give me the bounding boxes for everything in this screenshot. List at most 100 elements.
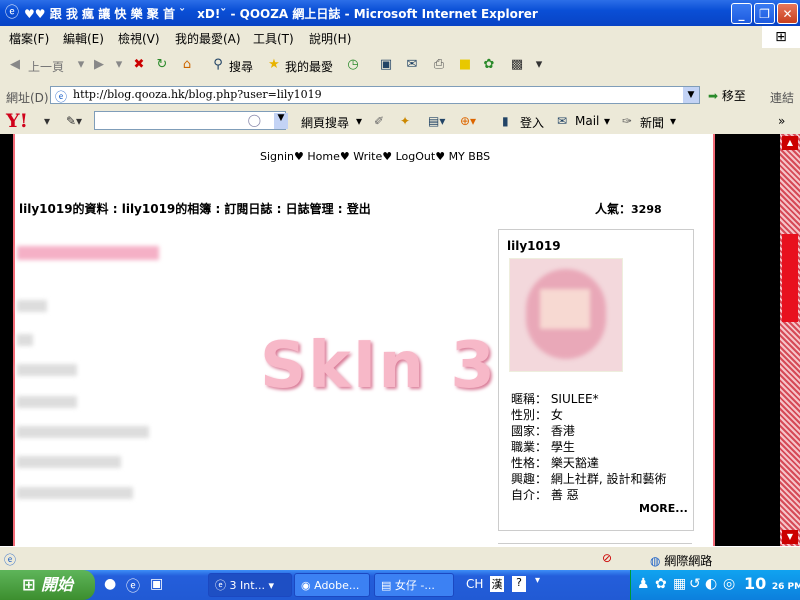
web-search-dropdown-icon[interactable]: ▾ [356,114,362,128]
ime-icon[interactable]: 漢 [490,576,504,592]
minimize-button[interactable]: _ [731,3,752,24]
refresh-icon[interactable]: ↻ [153,56,171,74]
menu-file[interactable]: 檔案(F) [9,30,49,47]
window-arrange-icon[interactable]: ▤▾ [428,114,445,128]
tray-volume-icon[interactable]: ◐ [705,576,717,592]
group-dropdown-icon: ▾ [265,579,275,592]
profile-nickname: 暱稱： SIULEE* [511,392,599,406]
forward-dropdown-icon[interactable]: ▾ [110,56,128,74]
address-label: 網址(D) [6,91,49,105]
signin-button[interactable]: 登入 [520,114,544,131]
help-icon[interactable]: ? [512,576,526,592]
taskbar-notepad[interactable]: ▤ 女仔 -... [374,573,454,597]
blog-page: Signin♥ Home♥ Write♥ LogOut♥ MY BBS lily… [13,134,715,546]
messenger-icon[interactable]: ✿ [480,56,498,74]
start-button[interactable]: ⊞ 開始 [0,570,95,600]
blog-user-nav[interactable]: lily1019的資料 : lily1019的相簿 : 訂閱日誌 : 日誌管理 … [19,200,371,217]
print-icon[interactable]: ⎙ [430,56,448,74]
taskbar-adobe[interactable]: ◉ Adobe... [294,573,370,597]
mail-icon[interactable]: ✉ [557,114,567,128]
blog-top-nav[interactable]: Signin♥ Home♥ Write♥ LogOut♥ MY BBS [260,150,490,163]
favorites-star-icon[interactable]: ★ [265,56,283,74]
address-input[interactable]: ⓔ http://blog.qooza.hk/blog.php?user=lil… [50,86,700,104]
go-button[interactable]: ➡ 移至 [708,87,746,104]
tray-sync-icon[interactable]: ↺ [689,576,701,592]
profile-box: lily1019 暱稱： SIULEE* 性別： 女 國家： 香港 職業： 學生… [498,229,694,531]
mail-icon[interactable]: ✉ [403,56,421,74]
security-zone: ◍ 網際網路 [650,552,712,569]
quick-launch-ie-icon[interactable]: ⓔ [126,576,140,596]
menu-bar: 檔案(F) 編輯(E) 檢視(V) 我的最愛(A) 工具(T) 說明(H) ⊞ [0,26,800,49]
toolbar-overflow-icon[interactable]: » [778,114,785,128]
blurred-text [17,456,121,468]
highlight-pen-icon[interactable]: ✐ [374,114,384,128]
profile-occupation: 職業： 學生 [511,440,575,454]
yahoo-search-input[interactable]: ◯ [94,111,286,130]
back-arrow-icon[interactable]: ◀ [6,56,24,74]
tray-media-icon[interactable]: ◎ [723,576,735,592]
history-icon[interactable]: ◷ [344,56,362,74]
back-button-label[interactable]: 上一頁 [28,58,64,75]
note-icon[interactable]: ■ [456,56,474,74]
address-url[interactable]: http://blog.qooza.hk/blog.php?user=lily1… [73,88,322,101]
restore-button[interactable]: ❐ [754,3,775,24]
menu-view[interactable]: 檢視(V) [118,30,160,47]
close-button[interactable]: ✕ [777,3,798,24]
avatar[interactable] [509,258,623,372]
taskbar-ie-group[interactable]: ⓔ 3 Int... ▾ [208,573,292,597]
tray-messenger-icon[interactable]: ✿ [655,576,667,592]
mail-dropdown-icon[interactable]: ▾ [604,114,610,128]
taskbar: ⊞ 開始 ● ⓔ ▣ ⓔ 3 Int... ▾ ◉ Adobe... ▤ 女仔 … [0,570,800,600]
favorites-button-label[interactable]: 我的最愛 [285,58,333,75]
page-status-icon: ⓔ [4,553,17,567]
input-language[interactable]: CH [466,577,483,591]
scroll-thumb[interactable] [782,234,798,322]
web-search-button[interactable]: 網頁搜尋 [301,114,349,131]
menu-favorites[interactable]: 我的最愛(A) [175,30,241,47]
scroll-up-icon[interactable]: ▲ [782,136,798,150]
vertical-scrollbar[interactable]: ▲ ▼ [780,134,800,546]
window-icon[interactable]: ▣ [377,56,395,74]
yahoo-logo[interactable]: Y! [6,110,28,132]
profile-more-link[interactable]: MORE... [639,502,688,515]
home-icon[interactable]: ⌂ [178,56,196,74]
blurred-text [17,487,133,499]
quick-launch-app-icon[interactable]: ● [104,576,116,592]
popup-blocker-icon[interactable]: ⊘ [602,551,612,565]
quick-launch-desktop-icon[interactable]: ▣ [150,576,163,592]
forward-arrow-icon[interactable]: ▶ [90,56,108,74]
tray-user-icon[interactable]: ♟ [637,576,650,592]
taskbar-notepad-label: 女仔 -... [394,579,435,592]
tools-icon[interactable]: ▩ [508,56,526,74]
browser-viewport: Signin♥ Home♥ Write♥ LogOut♥ MY BBS lily… [0,134,780,546]
profile-gender: 性別： 女 [511,408,563,422]
windows-flag-icon: ⊞ [762,26,800,48]
news-icon[interactable]: ✑ [622,114,632,128]
address-dropdown-icon[interactable]: ▼ [683,87,699,103]
menu-help[interactable]: 說明(H) [309,30,351,47]
search-icon[interactable]: ⚲ [209,56,227,74]
stop-icon[interactable]: ✖ [130,56,148,74]
toolbar-more-icon[interactable]: ▾ [530,56,548,74]
pencil-icon[interactable]: ✎▾ [66,114,82,128]
signin-icon[interactable]: ▮ [502,114,509,128]
back-dropdown-icon[interactable]: ▾ [72,56,90,74]
target-icon[interactable]: ⊕▾ [460,114,476,128]
bookmark-icon[interactable]: ✦ [400,114,410,128]
system-clock[interactable]: 10 26 PM [744,574,800,593]
links-button[interactable]: 連結 [770,89,794,106]
scroll-down-icon[interactable]: ▼ [782,530,798,544]
tray-network-icon[interactable]: ▦ [673,576,686,592]
news-button[interactable]: 新聞 [640,114,664,131]
news-dropdown-icon[interactable]: ▾ [670,114,676,128]
globe-icon: ◍ [650,554,665,568]
menu-tools[interactable]: 工具(T) [253,30,294,47]
menu-edit[interactable]: 編輯(E) [63,30,104,47]
search-button-label[interactable]: 搜尋 [229,58,253,75]
language-bar-options-icon[interactable]: ▾ [535,575,540,586]
yahoo-search-dropdown-icon[interactable]: ▼ [274,113,288,129]
avatar-face [540,289,590,329]
profile-interests: 興趣： 網上社群, 設計和藝術 [511,472,667,486]
mail-button[interactable]: Mail [575,114,599,128]
yahoo-dropdown-icon[interactable]: ▾ [44,114,50,128]
